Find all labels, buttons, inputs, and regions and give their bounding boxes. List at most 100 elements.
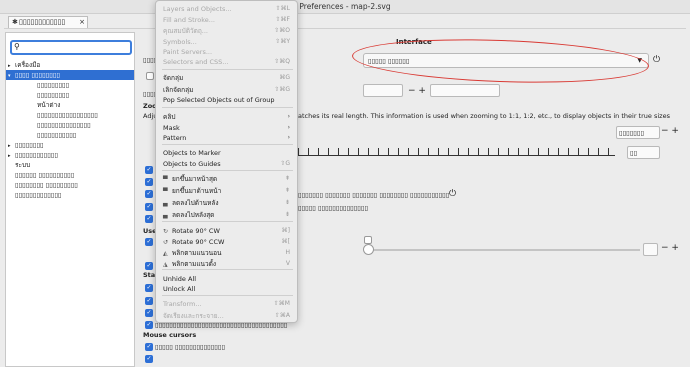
sidebar-item[interactable]: ▯▯▯▯▯▯▯▯▯ [6,80,134,90]
menu-item-label: Layers and Objects... [163,5,232,13]
expand-arrow-icon[interactable]: ▸ [8,151,15,160]
sidebar-item[interactable]: หน้าต่าง [6,100,134,110]
menu-separator [162,107,293,108]
menu-separator [162,170,293,171]
menu-item[interactable]: ↺ Rotate 90° CCW ⌘[ [163,237,294,247]
checked-checkbox[interactable]: ✓ [145,321,153,329]
sidebar-item-label: หน้าต่าง [37,101,61,109]
zoom-spin[interactable] [363,84,403,97]
checked-checkbox[interactable]: ✓ [145,297,153,305]
sidebar-item[interactable]: ▾ ▯▯▯▯ ▯▯▯▯▯▯▯▯ [6,70,134,80]
menu-item: Selectors and CSS... ⇧⌘Q [163,57,294,67]
menu-item: Symbols... ⇧⌘Y [163,37,294,47]
sidebar-item[interactable]: ▯▯▯▯▯▯▯▯▯▯▯▯▯▯▯ [6,120,134,130]
checked-checkbox[interactable]: ✓ [145,215,153,223]
preferences-window: Preferences - map-2.svg ✱▯▯▯▯▯▯▯▯▯▯▯▯ × … [0,0,690,367]
menu-item-label: Objects to Guides [163,160,221,168]
slider-mode-button[interactable] [643,243,658,256]
checked-checkbox[interactable]: ✓ [145,355,153,363]
menu-item-icon: ◭ [163,250,168,257]
submenu-arrow-icon: › [287,124,290,131]
menu-item[interactable]: จัดกลุ่ม ⌘G [163,73,294,83]
menu-item-label: ยกขึ้นมาหน้าสุด [172,175,218,183]
menu-separator [162,221,293,222]
sidebar-item-label: ▯▯▯▯ ▯▯▯▯▯▯▯▯ [15,71,60,79]
search-input[interactable]: ⚲ [10,40,132,55]
preferences-sidebar: ⚲ ▸ เครื่องมือ ▾ ▯▯▯▯ ▯▯▯▯▯▯▯▯ ▯▯▯▯▯▯▯▯▯ ▯▯▯▯… [5,32,135,367]
menu-item-label: Symbols... [163,38,197,46]
menu-item-icon: ▄ [163,200,168,207]
slider-knob[interactable] [363,244,374,255]
sidebar-item[interactable]: ▸ ▯▯▯▯▯▯▯▯▯▯▯▯ [6,150,134,160]
menu-item-shortcut: ⇞ [284,175,290,182]
sidebar-item[interactable]: ▯▯▯▯▯▯▯▯ ▯▯▯▯▯▯▯▯▯ [6,180,134,190]
menu-item[interactable]: Unlock All [163,284,294,294]
checked-checkbox[interactable]: ✓ [145,166,153,174]
slider-track[interactable] [371,249,640,251]
checked-checkbox[interactable]: ✓ [145,203,153,211]
menu-item: Fill and Stroke... ⇧⌘F [163,15,294,25]
checked-checkbox[interactable]: ✓ [145,343,153,351]
spin-value[interactable]: ▯▯▯▯▯▯▯ [616,126,660,139]
menu-item[interactable]: คลิป › [163,112,294,122]
checkbox-2[interactable] [364,236,372,244]
unit-combo[interactable]: ▯▯ [627,146,660,159]
checked-checkbox[interactable]: ✓ [145,262,153,270]
expand-arrow-icon[interactable]: ▸ [8,141,15,150]
menu-item[interactable]: เลิกจัดกลุ่ม ⇧⌘G [163,85,294,95]
spin-minus-plus-2[interactable]: − + [661,126,679,136]
menu-item-shortcut: V [285,260,290,267]
tab-preferences[interactable]: ✱▯▯▯▯▯▯▯▯▯▯▯▯ × [8,16,88,28]
checked-checkbox[interactable]: ✓ [145,309,153,317]
menu-item-icon: ▀ [163,176,168,183]
checked-checkbox[interactable]: ✓ [145,190,153,198]
sidebar-item[interactable]: ระบบ [6,160,134,170]
checkbox[interactable] [146,72,154,80]
menu-item[interactable]: ▄ ลดลงไปด้านหลัง ⇟ [163,198,294,208]
menu-item-label: Fill and Stroke... [163,16,215,24]
tools-icon: ✱ [12,18,18,26]
menu-item[interactable]: ◮ พลิกตามแนวตั้ง V [163,259,294,269]
menu-item[interactable]: ▀ ยกขึ้นมาด้านหน้า ⇞ [163,186,294,196]
menu-item-shortcut: ⇧⌘O [274,27,290,34]
menu-item[interactable]: ◭ พลิกตามแนวนอน H [163,248,294,258]
sidebar-item[interactable]: ▯▯▯▯▯▯▯▯▯▯▯▯▯▯▯▯▯ [6,110,134,120]
menu-item-icon: ↺ [163,239,169,246]
sidebar-item[interactable]: ▯▯▯▯▯▯▯▯▯▯▯▯▯ [6,190,134,200]
menu-item-shortcut: ⇧⌘Q [274,58,290,65]
menu-item[interactable]: Objects to Marker [163,148,294,158]
sidebar-item[interactable]: ▯▯▯▯▯▯ ▯▯▯▯▯▯▯▯▯▯ [6,170,134,180]
sidebar-item[interactable]: ▸ เครื่องมือ [6,60,134,70]
menu-item-shortcut: ⇟ [284,211,290,218]
zoom-apply-button[interactable] [430,84,500,97]
power-icon-2[interactable]: ⏻ [449,189,456,199]
slider-minus-plus[interactable]: − + [661,243,679,253]
checked-checkbox[interactable]: ✓ [145,238,153,246]
close-tab-icon[interactable]: × [79,17,85,28]
menu-item[interactable]: Unhide All [163,274,294,284]
menu-item-label: Rotate 90° CW [172,227,220,235]
menu-item[interactable]: Mask › [163,123,294,133]
sidebar-item-label: ▯▯▯▯▯▯▯▯▯▯▯▯▯▯▯▯▯ [37,111,98,119]
menu-item[interactable]: ▄ ลดลงไปหลังสุด ⇟ [163,210,294,220]
menu-item-shortcut: ⌘G [279,74,290,81]
zoom-ruler [298,148,615,156]
menu-item[interactable]: Pattern › [163,133,294,143]
sidebar-item[interactable]: ▯▯▯▯▯▯▯▯▯ [6,90,134,100]
sidebar-item[interactable]: ▯▯▯▯▯▯▯▯▯▯▯ [6,130,134,140]
menu-separator [162,144,293,145]
checked-checkbox[interactable]: ✓ [145,178,153,186]
menu-item-shortcut: ⇧⌘F [275,16,290,23]
expand-arrow-icon[interactable]: ▸ [8,61,15,70]
menu-item[interactable]: Objects to Guides ⇧G [163,159,294,169]
menu-item-label: Mask [163,124,180,132]
power-icon[interactable]: ⏻ [653,55,660,65]
expand-arrow-icon[interactable]: ▾ [8,71,15,80]
spin-minus-plus[interactable]: − + [408,86,426,96]
sidebar-item[interactable]: ▸ ▯▯▯▯▯▯▯▯ [6,140,134,150]
menu-item[interactable]: ▀ ยกขึ้นมาหน้าสุด ⇞ [163,174,294,184]
menu-item[interactable]: Pop Selected Objects out of Group [163,95,294,105]
menu-item-label: Objects to Marker [163,149,221,157]
menu-item[interactable]: ↻ Rotate 90° CW ⌘] [163,226,294,236]
checked-checkbox[interactable]: ✓ [145,284,153,292]
